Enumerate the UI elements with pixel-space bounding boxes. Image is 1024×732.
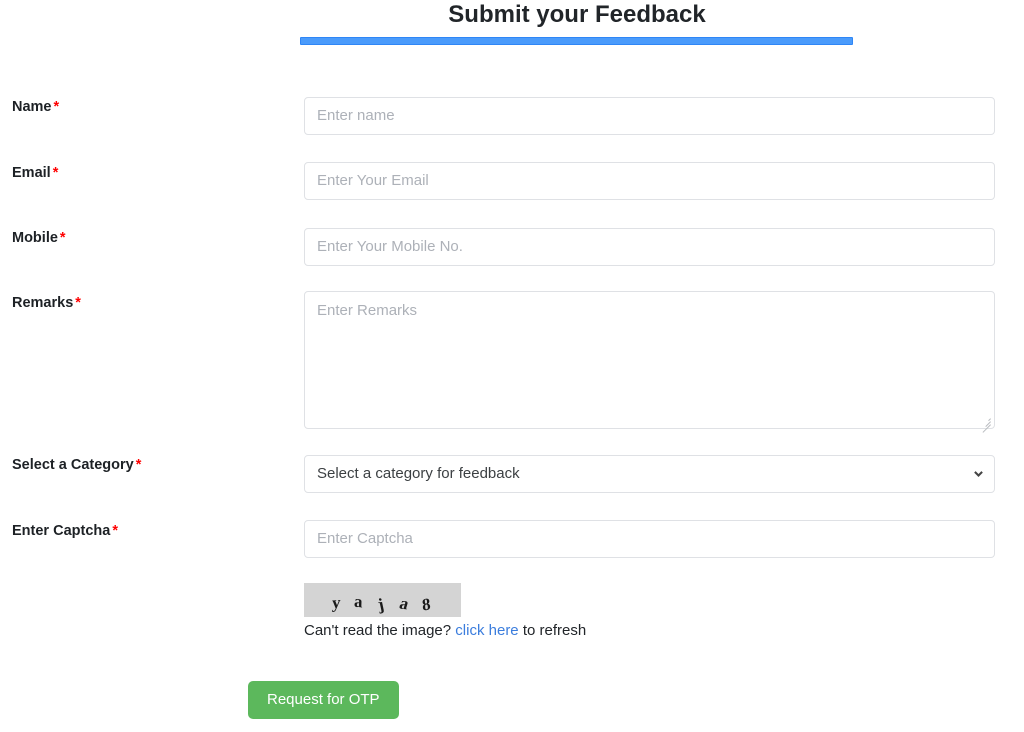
label-enter-captcha: Enter Captcha * [12,522,118,540]
label-remarks: Remarks * [12,294,81,312]
label-email: Email * [12,164,58,182]
captcha-char-4: a [397,593,412,614]
resize-handle-icon[interactable] [980,414,992,433]
remarks-textarea[interactable]: Enter Remarks [304,291,995,433]
label-mobile: Mobile * [12,229,66,247]
mobile-input[interactable]: Enter Your Mobile No. [304,228,995,266]
name-input-placeholder: Enter name [317,107,395,124]
feedback-form-page: Submit your Feedback Name * Enter name Em… [0,0,1024,732]
email-input[interactable]: Enter Your Email [304,162,995,200]
page-title: Submit your Feedback [448,1,706,28]
captcha-char-1: y [331,592,341,613]
label-mobile-text: Mobile [12,230,58,246]
required-asterisk: * [52,165,59,181]
required-asterisk: * [75,295,81,311]
captcha-input-placeholder: Enter Captcha [317,530,413,547]
captcha-hint-suffix: to refresh [518,622,587,639]
captcha-refresh-link[interactable]: click here [455,622,518,639]
label-select-category-text: Select a Category [12,457,134,473]
label-remarks-text: Remarks [12,295,74,311]
label-enter-captcha-text: Enter Captcha [12,523,111,539]
chevron-down-icon [974,471,983,480]
label-name: Name * [12,98,59,116]
required-asterisk: * [53,99,60,115]
remarks-textarea-placeholder: Enter Remarks [317,302,418,319]
label-name-text: Name [12,99,52,115]
required-asterisk: * [135,457,142,473]
mobile-input-placeholder: Enter Your Mobile No. [317,238,463,255]
name-input[interactable]: Enter name [304,97,995,135]
request-otp-button[interactable]: Request for OTP [248,681,399,719]
required-asterisk: * [112,523,118,539]
captcha-image: y a j a 8 [304,583,461,617]
captcha-char-3: j [376,594,386,615]
captcha-char-5: 8 [421,594,432,615]
category-select[interactable]: Select a category for feedback [304,455,995,493]
captcha-input[interactable]: Enter Captcha [304,520,995,558]
captcha-char-2: a [353,591,363,612]
captcha-hint-prefix: Can't read the image? [304,622,456,639]
title-underline-divider [300,37,853,45]
label-select-category: Select a Category * [12,456,141,474]
label-email-text: Email [12,165,51,181]
captcha-refresh-hint: Can't read the image? click here to refr… [304,621,586,640]
required-asterisk: * [59,230,66,246]
email-input-placeholder: Enter Your Email [317,172,429,189]
category-select-value: Select a category for feedback [317,465,520,482]
